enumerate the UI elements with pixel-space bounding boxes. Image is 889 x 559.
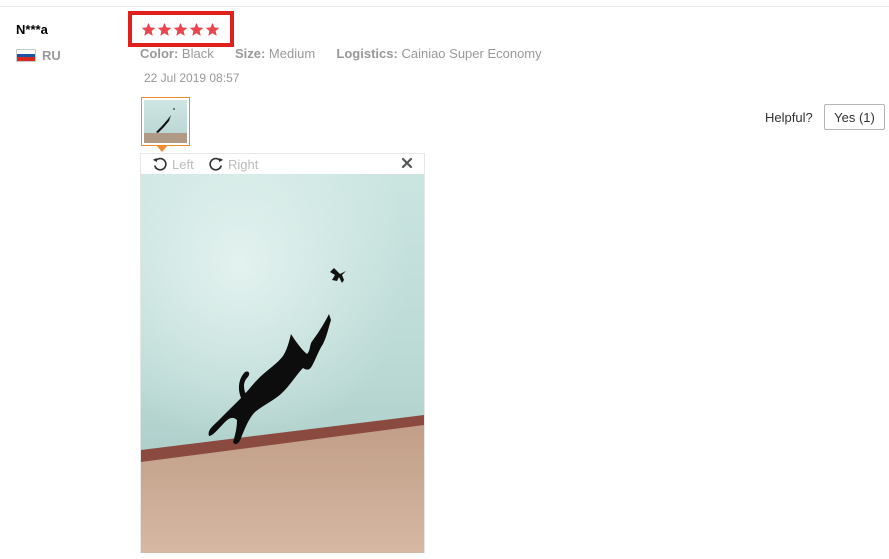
rotate-left-icon	[152, 157, 167, 171]
star-icon	[189, 22, 204, 36]
helpful-label: Helpful?	[765, 110, 813, 125]
rotate-left-label: Left	[172, 156, 194, 172]
star-icon	[157, 22, 172, 36]
star-icon	[141, 22, 156, 36]
star-icon	[173, 22, 188, 36]
rotate-right-label: Right	[228, 156, 259, 172]
attr-logistics-key: Logistics:	[336, 46, 398, 61]
country-code: RU	[42, 48, 61, 63]
thumbnail-pointer	[157, 146, 167, 152]
close-icon[interactable]	[400, 156, 414, 170]
star-icon	[205, 22, 220, 36]
attr-color-key: Color:	[140, 46, 179, 61]
review-photo-thumbnail[interactable]	[141, 97, 190, 146]
cat-wall-sticker-photo	[141, 174, 424, 553]
order-attributes: Color: Black Size: Medium Logistics: Cai…	[140, 46, 542, 61]
photo-viewer: Left Right	[140, 153, 425, 553]
user-name: N***a	[16, 22, 48, 37]
attr-size-value: Medium	[268, 46, 316, 61]
review-date: 22 Jul 2019 08:57	[144, 71, 240, 85]
helpful-yes-button[interactable]: Yes (1)	[824, 104, 885, 130]
rotate-left-button[interactable]: Left	[151, 155, 194, 173]
thumbnail-image	[144, 100, 187, 143]
rotate-right-button[interactable]: Right	[207, 155, 258, 173]
attr-logistics-value: Cainiao Super Economy	[401, 46, 542, 61]
attr-size-key: Size:	[234, 46, 266, 61]
russia-flag-icon	[16, 49, 36, 62]
top-divider	[0, 6, 889, 7]
viewer-toolbar: Left Right	[141, 154, 424, 174]
star-rating	[128, 11, 234, 47]
attr-color-value: Black	[181, 46, 214, 61]
country: RU	[16, 48, 61, 63]
rotate-right-icon	[209, 157, 224, 171]
review-photo	[141, 174, 424, 553]
